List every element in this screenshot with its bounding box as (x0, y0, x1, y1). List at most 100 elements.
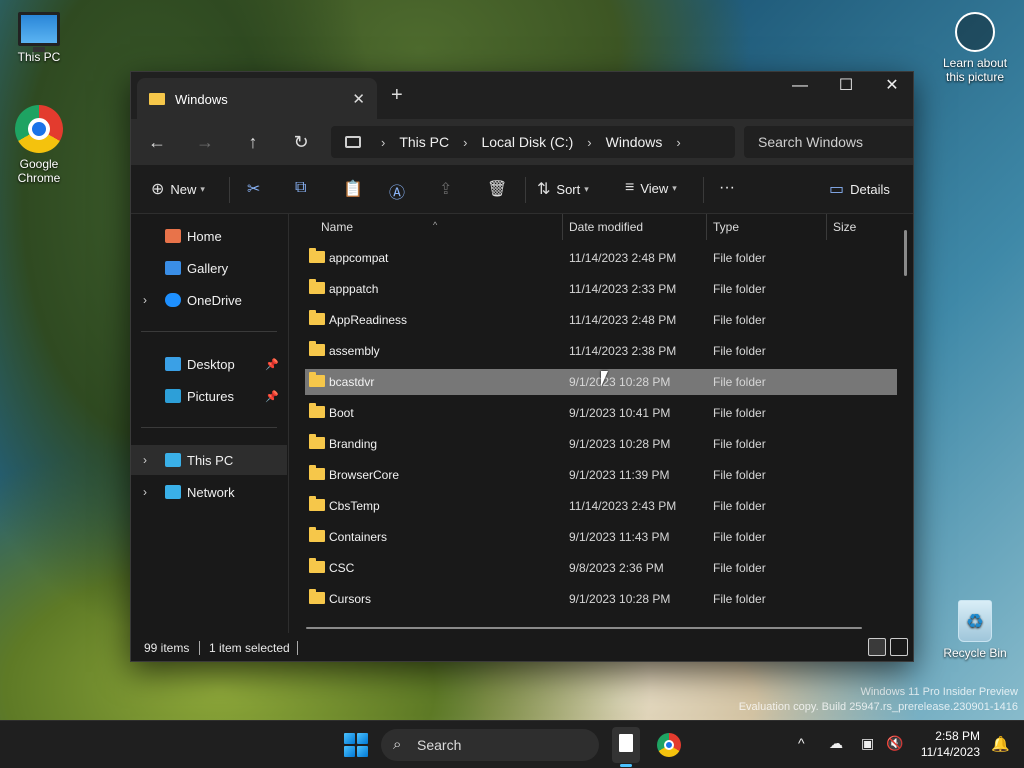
watermark-line1: Windows 11 Pro Insider Preview (860, 686, 1018, 698)
chevron-right-icon[interactable]: › (143, 485, 147, 499)
file-explorer-taskbar-button[interactable] (612, 727, 640, 767)
chrome-taskbar-button[interactable] (657, 733, 681, 757)
nav-item-home[interactable]: Home (131, 221, 287, 251)
mouse-cursor (601, 371, 615, 387)
close-tab-icon[interactable]: ✕ (352, 90, 365, 108)
new-button[interactable]: ⊕ New ▾ (151, 179, 205, 199)
copy-button[interactable]: ⧉ (295, 179, 312, 197)
gallery-icon (165, 261, 181, 275)
chevron-right-icon[interactable]: › (676, 135, 680, 150)
breadcrumb-this-pc[interactable]: This PC (399, 134, 449, 150)
desktop-icon-chrome[interactable]: Google Chrome (0, 105, 79, 185)
back-button[interactable]: ← (143, 129, 171, 155)
file-type: File folder (713, 313, 766, 327)
nav-item-onedrive[interactable]: › OneDrive (131, 285, 287, 315)
address-bar[interactable]: › This PC › Local Disk (C:) › Windows › (331, 126, 735, 158)
share-button[interactable]: ⇪ (439, 179, 458, 199)
desktop-icon-learn[interactable]: Learn about this picture (935, 12, 1015, 84)
search-icon: ⌕ (393, 736, 402, 753)
list-item[interactable]: BrowserCore 9/1/2023 11:39 PM File folder (305, 462, 897, 488)
nav-item-this-pc[interactable]: › This PC (131, 445, 287, 475)
column-divider[interactable] (706, 214, 707, 240)
column-header-size[interactable]: Size (833, 220, 856, 234)
minimize-button[interactable]: — (777, 72, 823, 102)
nav-item-gallery[interactable]: Gallery (131, 253, 287, 283)
list-item[interactable]: CbsTemp 11/14/2023 2:43 PM File folder (305, 493, 897, 519)
forward-button[interactable]: → (191, 129, 219, 155)
chevron-right-icon[interactable]: › (587, 135, 591, 150)
desktop-icon-this-pc[interactable]: This PC (0, 12, 79, 64)
column-header-type[interactable]: Type (713, 220, 739, 234)
desktop-icon-label: Google Chrome (17, 157, 61, 185)
chevron-right-icon[interactable]: › (143, 453, 147, 467)
refresh-button[interactable]: ↻ (287, 129, 315, 155)
list-item[interactable]: apppatch 11/14/2023 2:33 PM File folder (305, 276, 897, 302)
list-item[interactable]: CSC 9/8/2023 2:36 PM File folder (305, 555, 897, 581)
computer-icon (165, 453, 181, 467)
column-divider[interactable] (562, 214, 563, 240)
paste-icon: 📋 (343, 181, 363, 198)
maximize-button[interactable]: ☐ (823, 72, 869, 102)
list-item[interactable]: Containers 9/1/2023 11:43 PM File folder (305, 524, 897, 550)
chevron-right-icon[interactable]: › (143, 293, 147, 307)
view-button[interactable]: ≡ View ▾ (625, 179, 677, 197)
more-options-button[interactable]: ··· (719, 179, 735, 197)
nav-item-pictures[interactable]: Pictures 📌 (131, 381, 287, 411)
up-button[interactable]: ↑ (239, 129, 267, 155)
list-item[interactable]: Boot 9/1/2023 10:41 PM File folder (305, 400, 897, 426)
column-header-name[interactable]: Name (321, 220, 353, 234)
list-item[interactable]: Branding 9/1/2023 10:28 PM File folder (305, 431, 897, 457)
file-name: Containers (329, 530, 388, 544)
vertical-scrollbar[interactable] (904, 230, 907, 276)
desktop-icon-recycle-bin[interactable]: ♻ Recycle Bin (935, 600, 1015, 660)
sort-label: Sort (556, 181, 581, 197)
large-icons-view-button[interactable] (890, 638, 908, 656)
details-view-button[interactable] (868, 638, 886, 656)
taskbar-search[interactable]: ⌕ Search (381, 729, 599, 761)
network-tray-icon[interactable]: ▣ (861, 735, 874, 752)
search-input[interactable]: Search Windows (744, 126, 913, 158)
chevron-right-icon[interactable]: › (463, 135, 467, 150)
breadcrumb-local-disk[interactable]: Local Disk (C:) (481, 134, 573, 150)
list-item[interactable]: Cursors 9/1/2023 10:28 PM File folder (305, 586, 897, 612)
file-name: CSC (329, 561, 355, 575)
horizontal-scrollbar[interactable] (306, 627, 862, 629)
details-pane-icon: ▭ (829, 181, 845, 198)
learn-icon (955, 12, 995, 52)
chevron-right-icon[interactable]: › (381, 135, 385, 150)
cut-button[interactable]: ✂ (247, 179, 266, 199)
clock[interactable]: 2:58 PM 11/14/2023 (921, 728, 980, 760)
notification-bell-icon[interactable]: 🔔 (991, 735, 1010, 753)
file-date: 9/8/2023 2:36 PM (569, 561, 664, 575)
paste-button[interactable]: 📋 (343, 179, 369, 199)
list-item[interactable]: appcompat 11/14/2023 2:48 PM File folder (305, 245, 897, 271)
file-date: 9/1/2023 10:28 PM (569, 375, 671, 389)
folder-icon (309, 589, 325, 604)
delete-button[interactable]: 🗑 (487, 179, 513, 199)
divider (525, 177, 526, 203)
column-header-date[interactable]: Date modified (569, 220, 643, 234)
list-item[interactable]: AppReadiness 11/14/2023 2:48 PM File folde… (305, 307, 897, 333)
rename-button[interactable]: Ⓐ (389, 179, 411, 203)
start-button[interactable] (344, 733, 368, 757)
plus-circle-icon: ⊕ (151, 181, 165, 198)
volume-icon[interactable]: 🔇 (886, 735, 903, 752)
home-icon (165, 229, 181, 243)
column-divider[interactable] (826, 214, 827, 240)
pin-icon: 📌 (265, 358, 279, 371)
sort-button[interactable]: ⇅ Sort ▾ (537, 179, 589, 199)
nav-item-network[interactable]: › Network (131, 477, 287, 507)
list-item[interactable]: assembly 11/14/2023 2:38 PM File folder (305, 338, 897, 364)
tab-windows[interactable]: Windows ✕ (137, 78, 377, 120)
file-type: File folder (713, 375, 766, 389)
nav-item-desktop[interactable]: Desktop 📌 (131, 349, 287, 379)
details-button[interactable]: ▭ Details (829, 179, 890, 199)
nav-item-label: Gallery (187, 260, 229, 276)
file-date: 11/14/2023 2:48 PM (569, 251, 677, 265)
close-window-button[interactable]: ✕ (869, 72, 913, 102)
breadcrumb-windows[interactable]: Windows (606, 134, 663, 150)
onedrive-tray-icon[interactable]: ☁ (829, 735, 843, 752)
nav-item-label: OneDrive (187, 292, 242, 308)
chevron-up-icon[interactable]: ^ (798, 735, 805, 751)
new-tab-button[interactable]: + (391, 84, 403, 107)
